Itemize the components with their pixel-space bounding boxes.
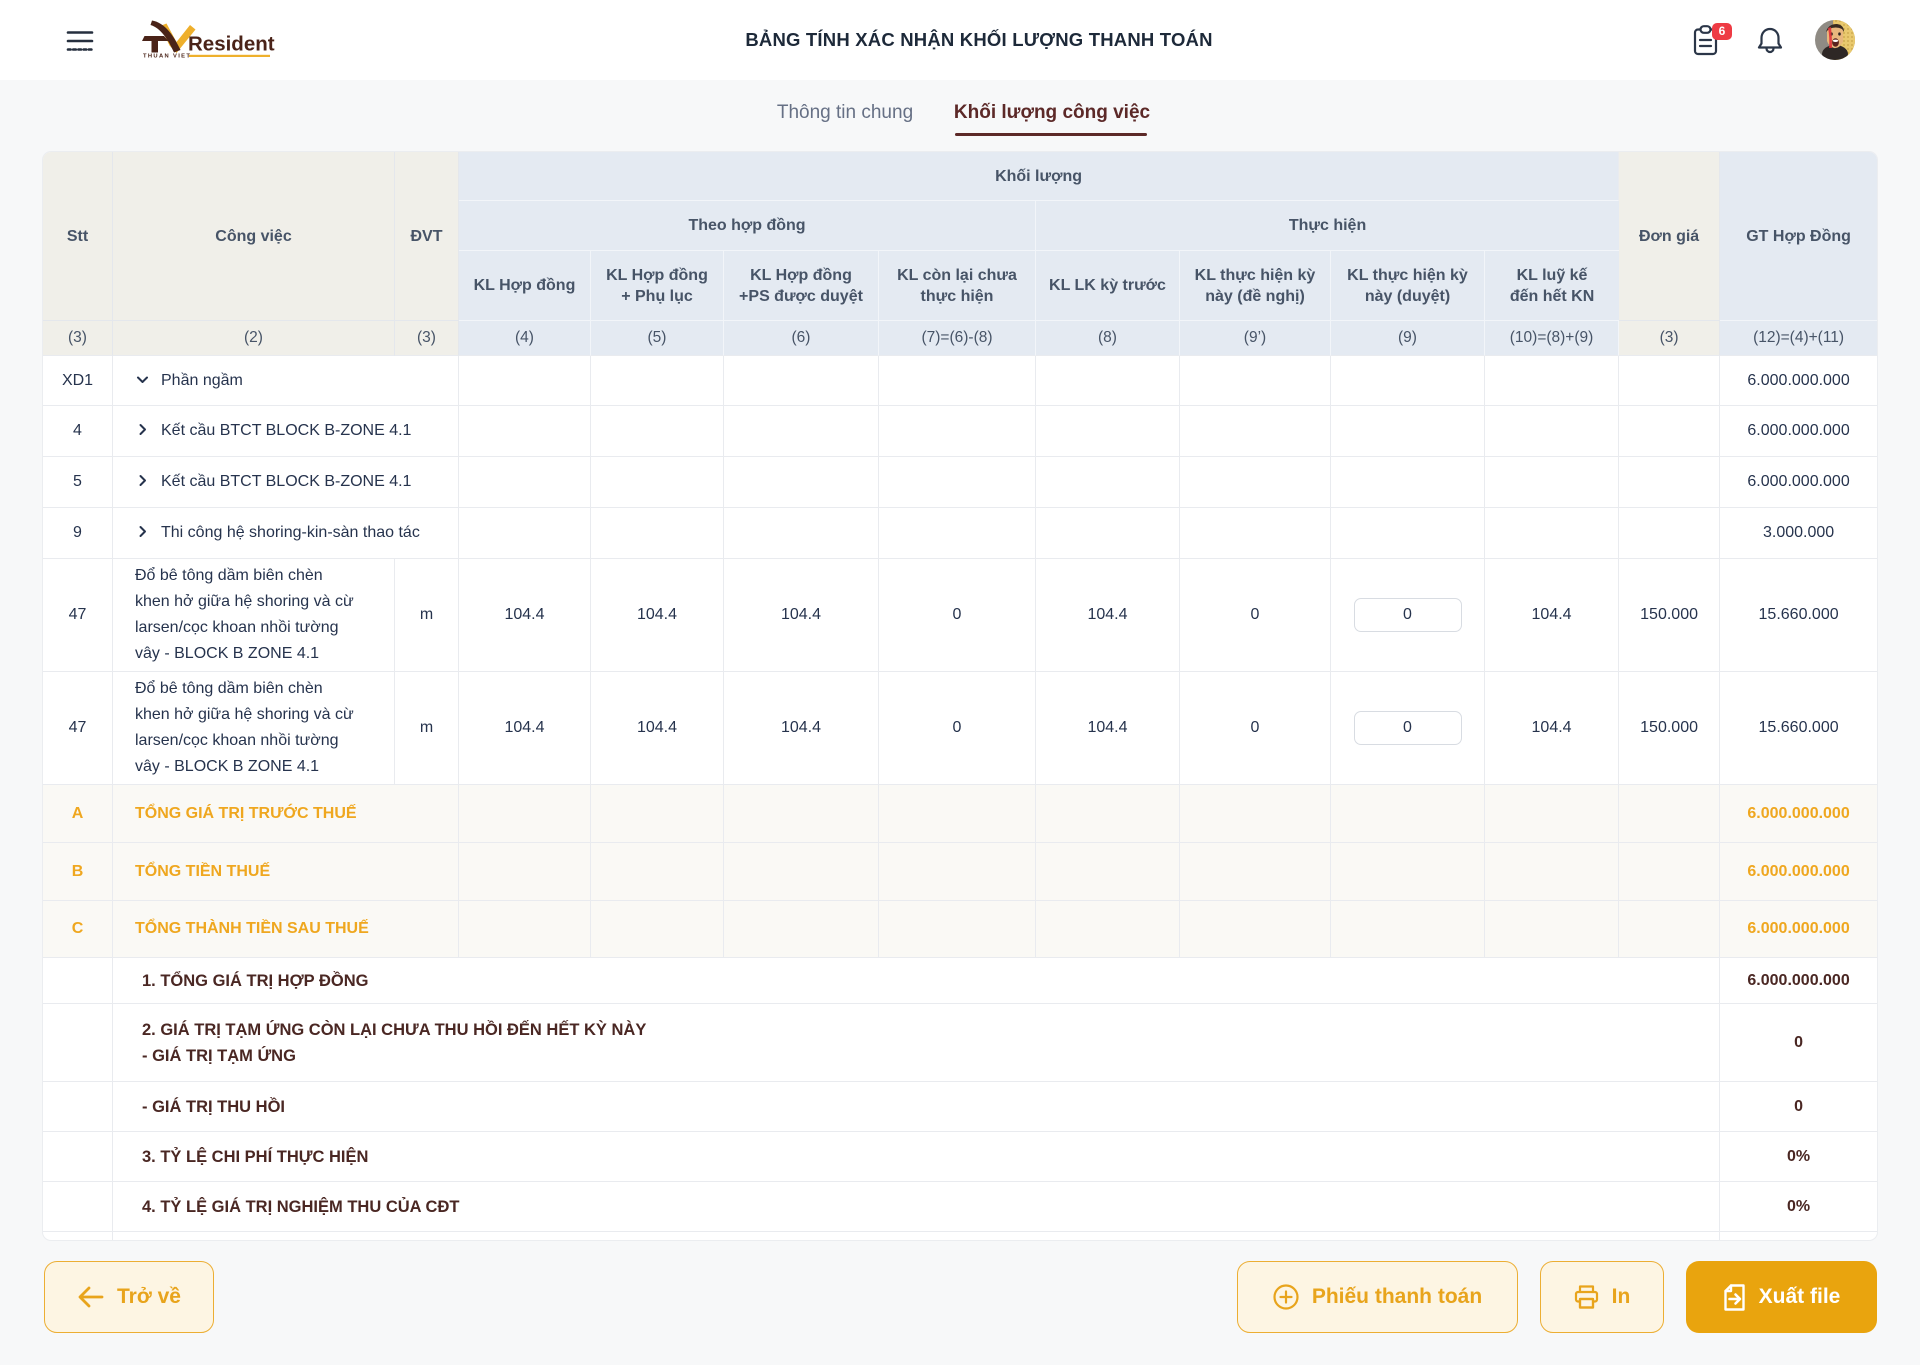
svg-text:Resident: Resident bbox=[188, 33, 275, 56]
svg-text:THUAN VIET: THUAN VIET bbox=[143, 54, 191, 60]
